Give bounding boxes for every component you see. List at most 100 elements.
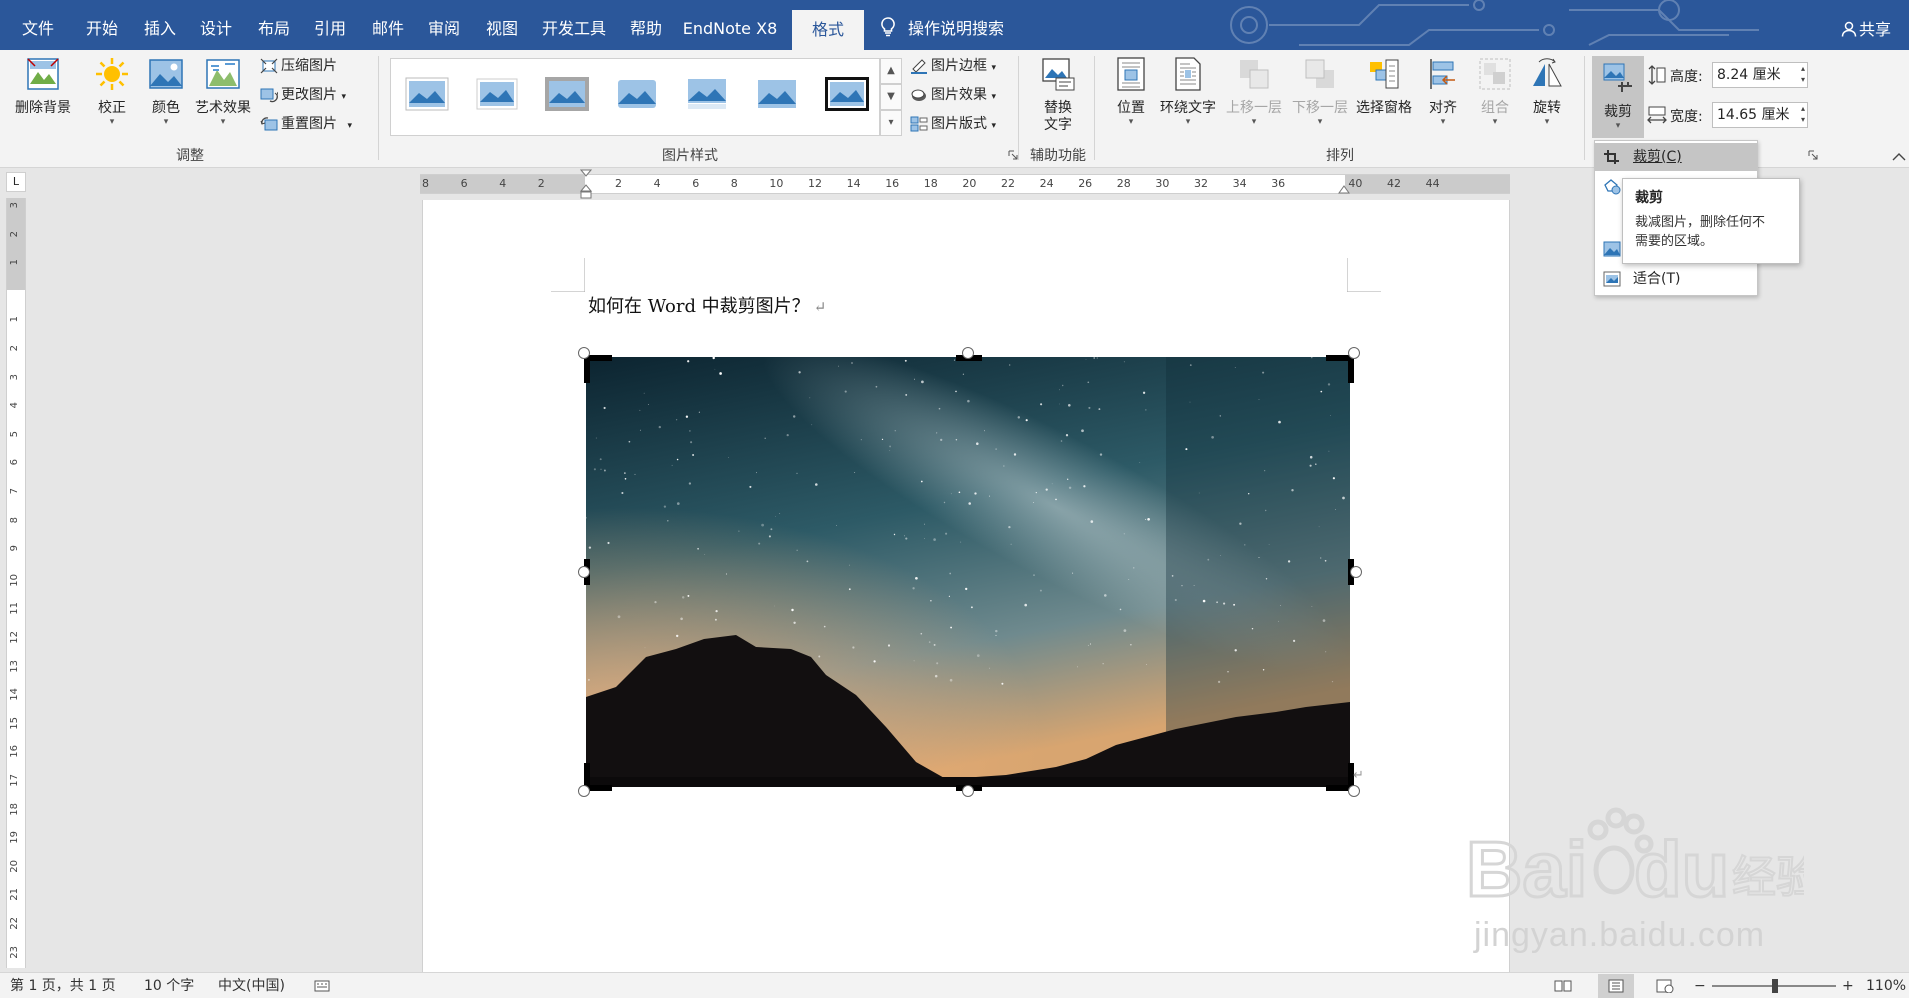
crop-handle-top-right[interactable]: [1348, 355, 1354, 383]
style-thumbnail[interactable]: [825, 77, 869, 111]
reset-picture-button[interactable]: 重置图片 ▾: [260, 112, 352, 136]
compress-pictures-button[interactable]: 压缩图片: [260, 54, 337, 78]
tab-mailings[interactable]: 邮件: [362, 0, 414, 50]
collapse-ribbon-icon[interactable]: [1892, 152, 1906, 162]
selection-pane-button[interactable]: 选择窗格: [1352, 56, 1416, 117]
macro-recorder-icon[interactable]: [314, 979, 330, 993]
document-paragraph[interactable]: 如何在 Word 中裁剪图片？ ↵: [588, 292, 826, 318]
send-backward-button[interactable]: 下移一层 ▾: [1288, 56, 1352, 127]
dialog-launcher-icon[interactable]: [1008, 150, 1018, 160]
star: [914, 378, 915, 380]
resize-handle[interactable]: [962, 785, 974, 797]
style-thumbnail[interactable]: [545, 77, 589, 111]
resize-handle[interactable]: [1348, 347, 1360, 359]
style-thumbnail[interactable]: [405, 77, 449, 111]
tab-home[interactable]: 开始: [76, 0, 128, 50]
align-button[interactable]: 对齐 ▾: [1420, 56, 1466, 127]
gallery-up-button[interactable]: ▲: [880, 58, 902, 84]
alt-text-button[interactable]: 替换 文字: [1030, 56, 1086, 134]
indent-marker-icon[interactable]: [580, 169, 592, 199]
rotate-button[interactable]: 旋转 ▾: [1524, 56, 1570, 127]
dialog-launcher-icon[interactable]: [1808, 150, 1818, 160]
tell-me-search[interactable]: 操作说明搜索: [880, 0, 1004, 50]
read-mode-icon[interactable]: [1554, 979, 1572, 993]
star: [698, 411, 700, 413]
tab-insert[interactable]: 插入: [134, 0, 186, 50]
zoom-out-button[interactable]: −: [1694, 973, 1706, 998]
picture-effects-button[interactable]: 图片效果 ▾: [910, 83, 996, 107]
menu-item-fit[interactable]: 适合(T): [1595, 265, 1757, 293]
horizontal-ruler[interactable]: 8 6 4 2 2 4 6 8 10 12 14 16 18 20 22 24 26 28 30 32 34 36 40 42…: [420, 169, 1510, 199]
print-layout-button[interactable]: [1598, 974, 1634, 998]
style-thumbnail[interactable]: [755, 77, 799, 111]
tab-developer[interactable]: 开发工具: [534, 0, 614, 50]
page-count[interactable]: 第 1 页，共 1 页: [10, 973, 116, 998]
resize-handle[interactable]: [1350, 566, 1362, 578]
right-indent-marker-icon[interactable]: [1338, 184, 1350, 194]
language-status[interactable]: 中文(中国): [218, 973, 285, 998]
picture-styles-gallery[interactable]: [390, 58, 880, 136]
tab-view[interactable]: 视图: [476, 0, 528, 50]
ruler-tick-label: 11: [9, 602, 20, 616]
menu-item-crop[interactable]: 裁剪(C): [1595, 143, 1757, 171]
width-input[interactable]: 14.65 厘米 ▴ ▾: [1712, 102, 1808, 128]
tab-help[interactable]: 帮助: [620, 0, 672, 50]
group-separator: [1018, 56, 1019, 160]
picture-layout-button[interactable]: 图片版式 ▾: [910, 112, 996, 136]
crop-button[interactable]: 裁剪 ▾: [1592, 56, 1644, 138]
artistic-effects-button[interactable]: 艺术效果 ▾: [190, 56, 256, 127]
resize-handle[interactable]: [578, 347, 590, 359]
document-page[interactable]: 如何在 Word 中裁剪图片？ ↵ ↵: [422, 200, 1510, 972]
crop-handle-top-left[interactable]: [584, 355, 590, 383]
ruler-tick-label: 1: [9, 259, 20, 266]
zoom-in-button[interactable]: +: [1842, 973, 1854, 998]
style-thumbnail[interactable]: [615, 77, 659, 111]
star: [921, 380, 924, 384]
word-count[interactable]: 10 个字: [144, 973, 194, 998]
zoom-level[interactable]: 110%: [1866, 973, 1906, 998]
star: [1035, 491, 1037, 494]
ruler-tick-label: 34: [1232, 177, 1247, 190]
style-thumbnail[interactable]: [685, 77, 729, 111]
height-spinner[interactable]: ▴ ▾: [1801, 63, 1805, 85]
bring-forward-icon: [1240, 60, 1269, 89]
resize-handle[interactable]: [1348, 785, 1360, 797]
star: [681, 596, 685, 599]
style-thumbnail[interactable]: [475, 77, 519, 111]
color-button[interactable]: 颜色 ▾: [142, 56, 190, 127]
vertical-ruler[interactable]: 3 2 1 1 2 3 4 5 6 7 8 9 10 11 12 13 14 15 16 17 18 19 20 21 22 23: [6, 198, 26, 968]
position-button[interactable]: 位置 ▾: [1108, 56, 1154, 127]
width-spinner[interactable]: ▴ ▾: [1801, 103, 1805, 125]
share-button[interactable]: 共享: [1841, 0, 1891, 50]
tab-format[interactable]: 格式: [792, 10, 864, 50]
tab-endnote[interactable]: EndNote X8: [678, 0, 782, 50]
bring-forward-button[interactable]: 上移一层 ▾: [1222, 56, 1286, 127]
wrap-text-button[interactable]: 环绕文字 ▾: [1156, 56, 1220, 127]
remove-background-button[interactable]: 删除背景: [8, 56, 78, 117]
web-layout-icon[interactable]: [1656, 979, 1674, 993]
gallery-down-button[interactable]: ▼: [880, 84, 902, 110]
tab-review[interactable]: 审阅: [418, 0, 470, 50]
tab-file[interactable]: 文件: [12, 0, 64, 50]
selected-picture[interactable]: [578, 347, 1362, 797]
star: [806, 560, 809, 563]
change-picture-button[interactable]: 更改图片 ▾: [260, 83, 346, 107]
picture-border-button[interactable]: 图片边框 ▾: [910, 54, 996, 78]
resize-handle[interactable]: [962, 347, 974, 359]
tab-references[interactable]: 引用: [304, 0, 356, 50]
group-button[interactable]: 组合 ▾: [1472, 56, 1518, 127]
tab-design[interactable]: 设计: [190, 0, 242, 50]
star: [1077, 666, 1078, 668]
zoom-slider-thumb[interactable]: [1772, 979, 1778, 993]
resize-handle[interactable]: [578, 785, 590, 797]
star: [1287, 560, 1291, 563]
height-input[interactable]: 8.24 厘米 ▴ ▾: [1712, 62, 1808, 88]
tab-layout[interactable]: 布局: [248, 0, 300, 50]
star: [725, 573, 728, 575]
tab-selector[interactable]: L: [6, 172, 26, 192]
gallery-more-button[interactable]: ▾: [880, 110, 902, 136]
corrections-button[interactable]: 校正 ▾: [88, 56, 136, 127]
resize-handle[interactable]: [578, 566, 590, 578]
star: [1008, 525, 1011, 529]
star: [1147, 517, 1150, 521]
